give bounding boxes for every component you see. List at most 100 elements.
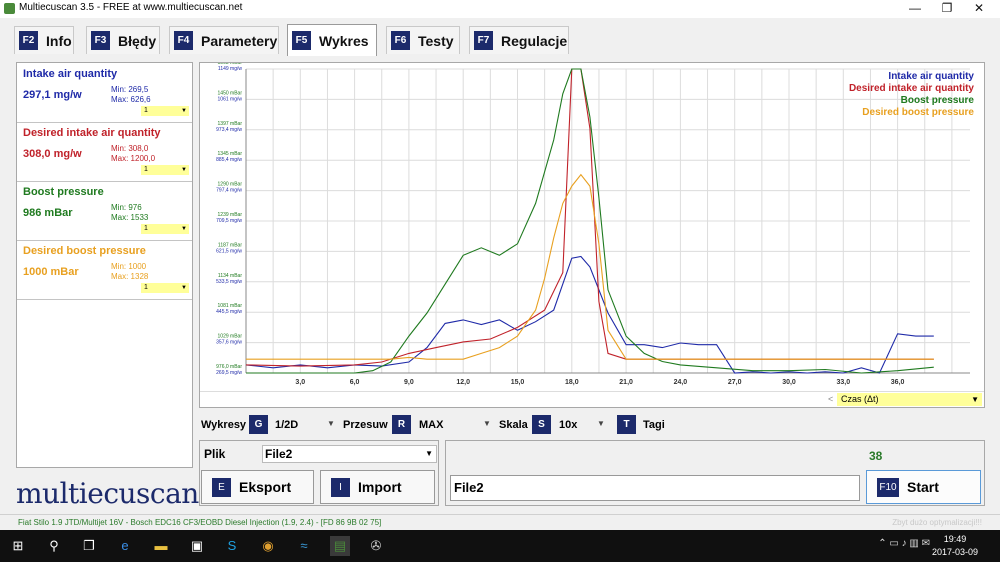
y-tick-label-air: 797,4 mg/w [216, 188, 242, 194]
clock-time: 19:49 [943, 534, 967, 544]
param-scale-value: 1 [144, 284, 148, 291]
tab-label: Wykres [319, 32, 369, 49]
chrome-icon[interactable]: ◉ [258, 536, 278, 556]
y-tick-label-air: 533,5 mg/w [216, 279, 242, 285]
param-intake-air[interactable]: Intake air quantity 297,1 mg/w Min: 269,… [17, 63, 192, 123]
tab-bledy[interactable]: F3 Błędy [86, 26, 160, 54]
param-min: Min: 1000 [111, 262, 147, 271]
series-line [245, 68, 934, 367]
chart-legend: Intake air quantity Desired intake air q… [849, 71, 974, 119]
legend-item: Desired intake air quantity [848, 83, 974, 94]
param-desired-boost-pressure[interactable]: Desired boost pressure 1000 mBar Min: 10… [17, 240, 192, 300]
system-tray[interactable]: ⌃ ▭ ♪ ▥ ✉ [878, 538, 930, 549]
tab-regulacje[interactable]: F7 Regulacje [469, 26, 569, 54]
wykresy-key[interactable]: G [249, 415, 268, 434]
legend-item: Intake air quantity [888, 71, 974, 82]
close-button[interactable]: ✕ [964, 0, 994, 18]
param-scale-select[interactable]: 1 ▼ [141, 224, 189, 234]
export-key: E [212, 477, 231, 497]
task-view-icon[interactable]: ❐ [79, 536, 99, 556]
tab-key: F6 [391, 31, 410, 50]
taskbar-clock[interactable]: 19:49 2017-03-09 [932, 533, 978, 559]
param-value: 308,0 mg/w [23, 148, 82, 160]
param-scale-select[interactable]: 1 ▼ [141, 106, 189, 116]
dropdown-arrow-icon[interactable]: ▼ [483, 419, 491, 428]
y-tick-label-air: 269,5 mg/w [216, 370, 242, 376]
x-tick-label: 33,0 [836, 379, 850, 386]
tab-label: Testy [418, 32, 454, 49]
file-select[interactable]: File2 ▼ [262, 445, 437, 463]
tab-key: F7 [474, 31, 493, 50]
przesuw-select[interactable]: MAX [419, 419, 443, 431]
search-icon[interactable]: ⚲ [44, 536, 64, 556]
store-icon[interactable]: ▣ [187, 536, 207, 556]
param-boost-pressure[interactable]: Boost pressure 986 mBar Min: 976 Max: 15… [17, 181, 192, 241]
taskbar: ⊞ ⚲ ❐ e ▬ ▣ S ◉ ≈ ▤ ✇ ⌃ ▭ ♪ ▥ ✉ 19:49 20… [0, 530, 1000, 562]
y-tick-label-air: 1149 mg/w [218, 66, 242, 72]
multiecuscan-taskbar-icon[interactable]: ▤ [330, 536, 350, 556]
tab-info[interactable]: F2 Info [14, 26, 74, 54]
title-bar: Multiecuscan 3.5 - FREE at www.multiecus… [0, 0, 1000, 18]
tab-wykres[interactable]: F5 Wykres [287, 24, 377, 56]
przesuw-key[interactable]: R [392, 415, 411, 434]
legend-item: Desired boost pressure [862, 107, 974, 118]
skala-select[interactable]: 10x [559, 419, 577, 431]
x-tick-label: 12,0 [456, 379, 470, 386]
file-explorer-icon[interactable]: ▬ [151, 536, 171, 556]
param-name: Intake air quantity [23, 68, 118, 80]
app-logo: multiecuscan [16, 477, 199, 510]
wykresy-select[interactable]: 1/2D [275, 419, 298, 431]
y-tick-label-air: 973,4 mg/w [216, 127, 242, 133]
xaxis-select[interactable]: Czas (Δt) ▼ [837, 393, 982, 406]
maximize-button[interactable]: ❐ [932, 0, 962, 18]
tagi-key[interactable]: T [617, 415, 636, 434]
tab-parametery[interactable]: F4 Parametery [169, 26, 279, 54]
dropdown-arrow-icon[interactable]: ▼ [597, 419, 605, 428]
y-tick-label-air: 1061 mg/w [218, 96, 243, 102]
vehicle-info: Fiat Stilo 1.9 JTD/Multijet 16V - Bosch … [18, 518, 382, 527]
skala-key[interactable]: S [532, 415, 551, 434]
export-button[interactable]: E Eksport [201, 470, 314, 504]
minimize-button[interactable]: — [900, 0, 930, 18]
param-scale-value: 1 [144, 166, 148, 173]
tab-key: F5 [292, 31, 311, 50]
windows-start-icon[interactable]: ⊞ [8, 536, 28, 556]
edge-browser-icon[interactable]: e [115, 536, 135, 556]
tagi-label[interactable]: Tagi [643, 419, 665, 431]
dropdown-arrow-icon[interactable]: ▼ [327, 419, 335, 428]
app-taskbar-icon[interactable]: ✇ [366, 536, 386, 556]
param-max: Max: 1533 [111, 213, 149, 222]
x-tick-label: 24,0 [674, 379, 688, 386]
param-scale-select[interactable]: 1 ▼ [141, 165, 189, 175]
dropdown-arrow-icon: ▼ [181, 285, 187, 291]
dropdown-arrow-icon: ▼ [181, 167, 187, 173]
skype-icon[interactable]: S [222, 536, 242, 556]
param-min: Min: 976 [111, 203, 142, 212]
param-min: Min: 308,0 [111, 144, 149, 153]
y-tick-label-air: 885,4 mg/w [216, 157, 242, 163]
scroll-left-icon[interactable]: < [828, 394, 833, 404]
start-button[interactable]: F10 Start [866, 470, 981, 504]
y-tick-label-air: 621,5 mg/w [216, 248, 242, 254]
app-window: Multiecuscan 3.5 - FREE at www.multiecus… [0, 0, 1000, 530]
record-name-input[interactable]: File2 [450, 475, 860, 501]
cloud-app-icon[interactable]: ≈ [294, 536, 314, 556]
param-max: Max: 1328 [111, 272, 149, 281]
sample-counter: 38 [869, 449, 883, 463]
chart-scrollbar[interactable]: < Czas (Δt) ▼ [200, 391, 984, 407]
tab-testy[interactable]: F6 Testy [386, 26, 460, 54]
przesuw-label: Przesuw [343, 419, 388, 431]
param-value: 297,1 mg/w [23, 89, 82, 101]
import-button[interactable]: I Import [320, 470, 435, 504]
x-tick-label: 3,0 [295, 379, 305, 386]
x-tick-label: 9,0 [404, 379, 414, 386]
param-name: Boost pressure [23, 186, 104, 198]
y-tick-label-air: 709,5 mg/w [216, 218, 242, 224]
y-tick-label-air: 445,5 mg/w [216, 309, 242, 315]
status-bar: Fiat Stilo 1.9 JTD/Multijet 16V - Bosch … [0, 514, 1000, 530]
skala-label: Skala [499, 419, 528, 431]
series-line [245, 255, 934, 374]
param-scale-select[interactable]: 1 ▼ [141, 283, 189, 293]
import-key: I [331, 477, 350, 497]
param-desired-intake-air[interactable]: Desired intake air quantity 308,0 mg/w M… [17, 122, 192, 182]
